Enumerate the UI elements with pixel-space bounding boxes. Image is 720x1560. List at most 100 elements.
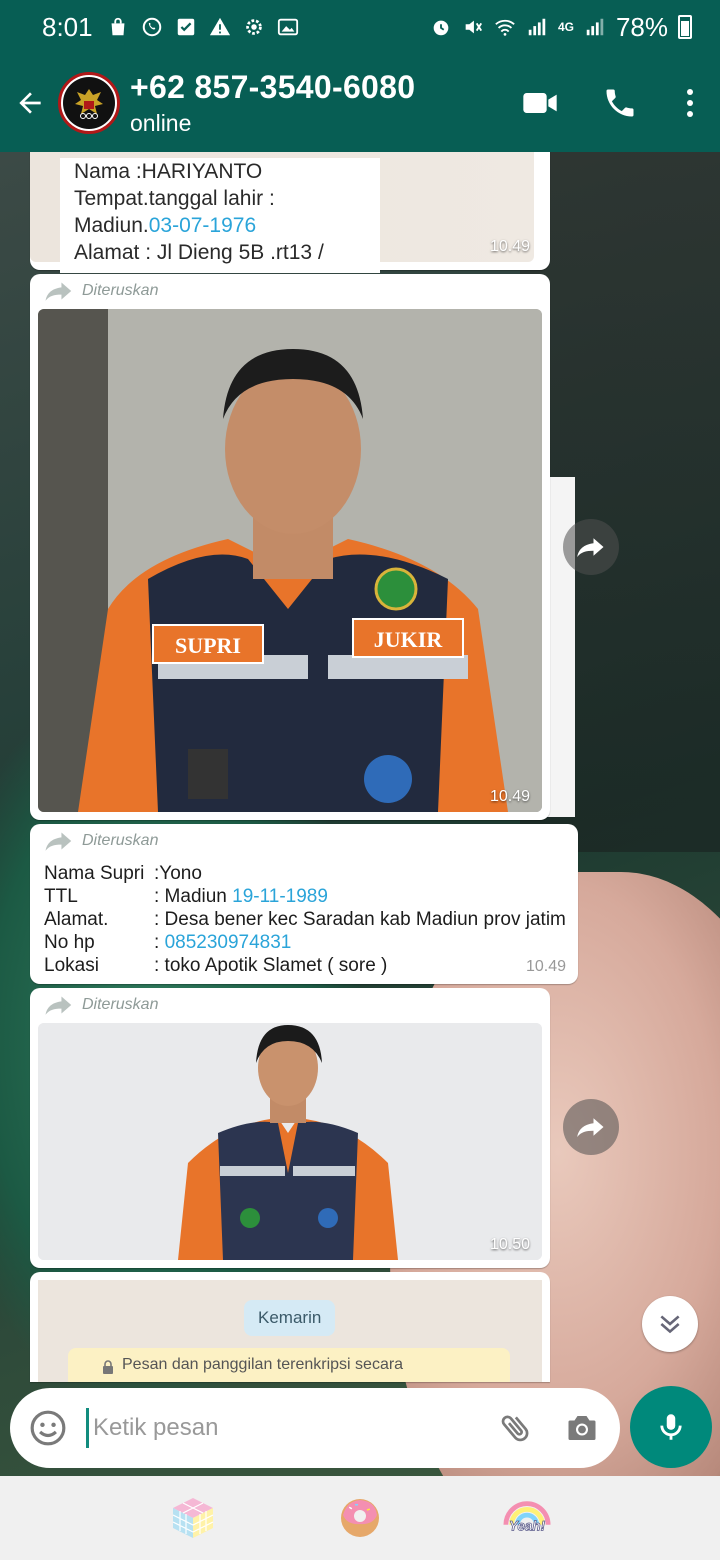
warning-icon [209, 17, 230, 36]
scroll-to-bottom-button[interactable] [642, 1296, 698, 1352]
attach-button[interactable] [494, 1406, 538, 1450]
video-call-button[interactable] [500, 54, 580, 152]
network-type: 4G [557, 20, 574, 34]
message-input[interactable] [86, 1408, 472, 1448]
info-key: TTL [44, 886, 78, 907]
whatsapp-icon [142, 17, 161, 37]
forwarded-label: Diteruskan [44, 994, 158, 1016]
status-notification-icons [107, 16, 299, 38]
photo-image[interactable] [38, 1023, 542, 1260]
message-document[interactable]: Nama :HARIYANTO Tempat.tanggal lahir : M… [30, 142, 550, 273]
donut-icon [340, 1499, 379, 1537]
rubik-cube-icon [173, 1498, 214, 1538]
doc-dob-link[interactable]: 03-07-1976 [149, 214, 256, 237]
doc-dob-prefix: Madiun. [74, 214, 149, 237]
arrow-back-icon [19, 92, 41, 114]
avatar[interactable] [58, 72, 120, 134]
more-options-button[interactable] [660, 54, 720, 152]
forward-arrow-icon [45, 282, 72, 301]
message-time: 10.49 [525, 958, 566, 975]
settings-icon [245, 19, 262, 35]
photo-image[interactable]: SUPRI JUKIR [38, 309, 542, 812]
info-key: Lokasi [44, 955, 99, 976]
contact-status: online [130, 110, 192, 136]
donut-sticker[interactable] [336, 1494, 384, 1542]
info-key: Nama Supri [44, 863, 145, 884]
yeah-rainbow-sticker[interactable]: Yeah! [503, 1494, 551, 1542]
date-link[interactable]: 19-11-1989 [232, 885, 328, 908]
doc-line-name: Nama :HARIYANTO [74, 160, 263, 183]
rubik-cube-sticker[interactable] [169, 1494, 217, 1542]
forwarded-label: Diteruskan [44, 830, 158, 852]
battery-percent: 78% [615, 11, 668, 42]
encryption-text: Pesan dan panggilan terenkripsi secara [122, 1356, 404, 1373]
screenshot-image: Kemarin Pesan dan panggilan terenkripsi … [38, 1280, 542, 1382]
forward-arrow-icon [45, 996, 72, 1015]
message-time: 10.50 [489, 1236, 530, 1253]
back-button[interactable] [2, 54, 58, 152]
signal-icon-2 [586, 18, 604, 36]
info-value: : toko Apotik Slamet ( sore ) [154, 955, 388, 976]
document-text: Nama :HARIYANTO Tempat.tanggal lahir : M… [60, 158, 380, 273]
doc-line-dob: Madiun.03-07-1976 [74, 212, 380, 239]
voice-call-button[interactable] [580, 54, 660, 152]
rainbow-icon: Yeah! [503, 1501, 551, 1534]
message-time: 10.49 [489, 788, 530, 805]
emoji-button[interactable] [28, 1408, 68, 1448]
alarm-icon [433, 20, 449, 36]
garuda-emblem-icon [63, 77, 115, 129]
checkbox-icon [177, 18, 194, 36]
forward-arrow-icon [45, 832, 72, 851]
image-icon [277, 18, 298, 36]
info-row-phone: No hp: 085230974831 [44, 931, 566, 954]
message-photo[interactable]: Diteruskan 10.50 [30, 988, 550, 1268]
info-value: :Yono [154, 863, 202, 884]
status-time: 8:01 [42, 11, 93, 42]
phone-icon [606, 89, 634, 117]
forward-arrow-icon [577, 1118, 604, 1137]
message-composer [10, 1388, 620, 1468]
message-text[interactable]: Diteruskan Nama Supri :Yono TTL : Madiun 1… [30, 824, 578, 984]
more-vert-icon [687, 89, 693, 117]
paperclip-icon [501, 1415, 529, 1442]
wifi-icon [495, 19, 515, 36]
info-value: : Desa bener kec Saradan kab Madiun prov… [154, 909, 566, 930]
person-photo-illustration [38, 1023, 542, 1260]
doc-line-address: Alamat : Jl Dieng 5B .rt13 / [74, 241, 324, 264]
doc-line-birth: Tempat.tanggal lahir : [74, 187, 275, 210]
info-row-name: Nama Supri :Yono [44, 862, 566, 885]
info-row-ttl: TTL : Madiun 19-11-1989 [44, 885, 566, 908]
forward-button[interactable] [563, 1099, 619, 1155]
info-key: Alamat. [44, 909, 109, 930]
forwarded-text: Diteruskan [82, 832, 159, 849]
message-body: Nama Supri :Yono TTL : Madiun 19-11-1989 A… [44, 862, 566, 977]
status-bar: 8:01 4G 78% [0, 0, 720, 54]
message-photo[interactable]: Diteruskan SUPRI JUKIR 10.49 [30, 274, 550, 820]
camera-icon [568, 1416, 596, 1440]
forwarded-text: Diteruskan [82, 282, 159, 299]
info-row-location: Lokasi : toko Apotik Slamet ( sore ) [44, 954, 566, 977]
info-row-address: Alamat. : Desa bener kec Saradan kab Madi… [44, 908, 566, 931]
info-value: : Madiun [154, 886, 233, 907]
lock-icon [103, 1360, 113, 1374]
forward-button[interactable] [563, 519, 619, 575]
forward-arrow-icon [577, 538, 604, 557]
message-screenshot[interactable]: Kemarin Pesan dan panggilan terenkripsi … [30, 1272, 550, 1382]
contact-name: +62 857-3540-6080 [130, 69, 416, 105]
double-chevron-down-icon [660, 1315, 680, 1334]
person-photo-illustration: SUPRI JUKIR [38, 309, 542, 812]
shopping-bag-icon [111, 17, 125, 36]
status-system-icons: 4G 78% [430, 12, 692, 43]
camera-button[interactable] [560, 1406, 604, 1450]
encryption-notice: Pesan dan panggilan terenkripsi secara [68, 1348, 510, 1382]
contact-info[interactable]: +62 857-3540-6080 online [130, 69, 415, 137]
sticker-tray: Yeah! [0, 1476, 720, 1560]
voice-record-button[interactable] [630, 1386, 712, 1468]
signal-icon [528, 18, 546, 36]
info-key: No hp [44, 932, 95, 953]
sticker-yeah-text: Yeah! [509, 1518, 546, 1533]
message-time: 10.49 [489, 238, 530, 255]
forwarded-text: Diteruskan [82, 996, 159, 1013]
microphone-icon [660, 1414, 682, 1440]
phone-link[interactable]: 085230974831 [165, 931, 292, 954]
